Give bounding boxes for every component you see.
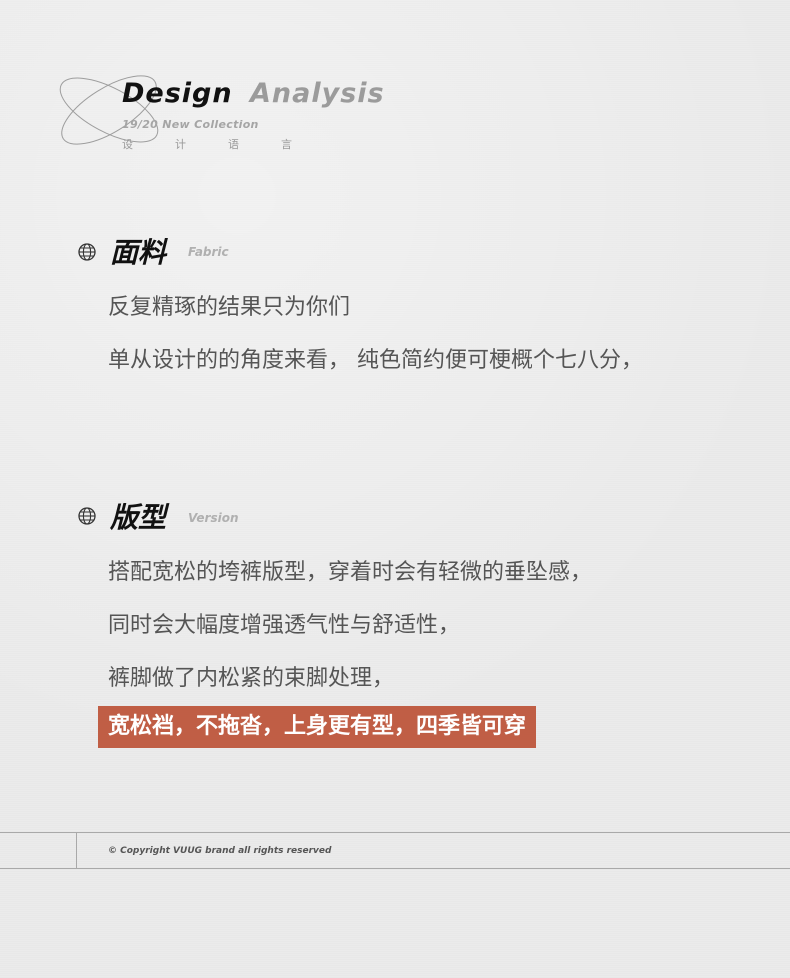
- header-title-design: Design: [122, 78, 233, 109]
- header-char: 计: [175, 138, 186, 151]
- globe-icon: [78, 507, 96, 525]
- header-char: 设: [122, 138, 133, 151]
- section-subtitle-fabric: Fabric: [188, 245, 229, 259]
- header-char: 语: [228, 138, 239, 151]
- version-text-line: 同时会大幅度增强透气性与舒适性，: [108, 613, 461, 638]
- header-subtitle: 19/20 New Collection: [122, 118, 259, 131]
- fabric-text-line: 单从设计的的角度来看， 纯色简约便可梗概个七八分，: [108, 348, 643, 373]
- section-title-version: 版型: [110, 501, 167, 534]
- version-text-line: 搭配宽松的垮裤版型，穿着时会有轻微的垂坠感，: [108, 560, 593, 585]
- footer-vertical-divider: [76, 832, 77, 868]
- globe-icon: [78, 243, 96, 261]
- section-title-fabric: 面料: [110, 236, 167, 269]
- fabric-text-line: 反复精琢的结果只为你们: [108, 295, 351, 320]
- header-char: 言: [281, 138, 292, 151]
- header-title-analysis: Analysis: [250, 78, 385, 109]
- highlight-banner: 宽松裆，不拖沓，上身更有型，四季皆可穿: [98, 706, 537, 748]
- page: Design Analysis 19/20 New Collection 设 计…: [0, 0, 790, 978]
- footer-bottom-divider: [0, 868, 790, 869]
- version-text-line: 裤脚做了内松紧的束脚处理，: [108, 666, 395, 691]
- section-subtitle-version: Version: [188, 511, 239, 525]
- footer-top-divider: [0, 832, 790, 833]
- copyright-text: © Copyright VUUG brand all rights reserv…: [108, 846, 332, 856]
- header-chinese-label: 设 计 语 言: [122, 136, 292, 152]
